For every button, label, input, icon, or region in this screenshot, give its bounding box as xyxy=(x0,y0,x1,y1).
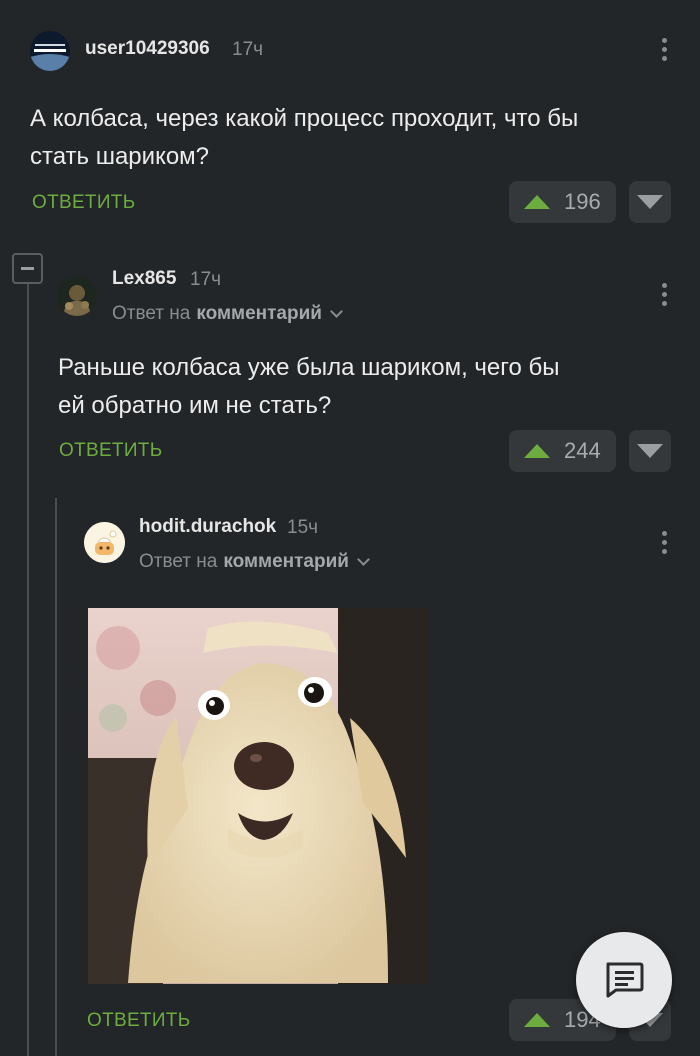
comment-text-line: А колбаса, через какой процесс проходит,… xyxy=(30,105,579,132)
chevron-down-icon xyxy=(330,304,343,318)
dog-photo-illustration xyxy=(88,608,429,984)
upvote-arrow-icon xyxy=(524,195,550,209)
comment-text-line: Раньше колбаса уже была шариком, чего бы xyxy=(58,354,560,381)
kebab-icon[interactable] xyxy=(661,38,667,61)
avatar[interactable] xyxy=(30,31,70,71)
reply-button[interactable]: ОТВЕТИТЬ xyxy=(87,1010,190,1032)
comment-icon xyxy=(606,962,644,998)
comment-text-line: стать шариком? xyxy=(30,143,210,170)
downvote-button[interactable] xyxy=(629,181,671,223)
comment-time: 15ч xyxy=(287,517,319,538)
reply-button[interactable]: ОТВЕТИТЬ xyxy=(59,440,162,462)
comment-time: 17ч xyxy=(190,269,222,290)
programming-book-avatar-icon xyxy=(30,31,70,71)
reply-to-target: комментарий xyxy=(196,303,322,324)
thread-line-level-2 xyxy=(55,498,57,1056)
kebab-icon[interactable] xyxy=(661,531,667,554)
character-avatar-icon xyxy=(57,276,97,316)
comment-author[interactable]: user10429306 xyxy=(85,38,210,60)
downvote-arrow-icon xyxy=(637,195,663,209)
upvote-arrow-icon xyxy=(524,1013,550,1027)
reply-button[interactable]: ОТВЕТИТЬ xyxy=(32,192,135,214)
reply-to-link[interactable]: Ответ на комментарий xyxy=(139,551,370,573)
upvote-button[interactable]: 244 xyxy=(509,430,616,472)
reply-to-prefix: Ответ на xyxy=(139,551,218,572)
avatar[interactable] xyxy=(84,522,125,563)
comment-author[interactable]: hodit.durachok xyxy=(139,516,276,538)
downvote-button[interactable] xyxy=(629,430,671,472)
vote-count: 196 xyxy=(564,189,601,214)
downvote-arrow-icon xyxy=(637,444,663,458)
avatar[interactable] xyxy=(57,276,97,316)
chevron-down-icon xyxy=(357,552,370,566)
reply-to-link[interactable]: Ответ на комментарий xyxy=(112,303,343,325)
collapse-thread-button[interactable] xyxy=(12,253,43,284)
comment-text: А колбаса, через какой процесс проходит,… xyxy=(30,100,680,176)
cartoon-face-avatar-icon xyxy=(84,522,125,563)
thread-line-level-1 xyxy=(27,284,29,1056)
comment-image[interactable] xyxy=(88,608,429,984)
reply-to-prefix: Ответ на xyxy=(112,303,191,324)
vote-count: 244 xyxy=(564,438,601,463)
write-comment-button[interactable] xyxy=(576,932,672,1028)
comment-text: Раньше колбаса уже была шариком, чего бы… xyxy=(58,349,678,425)
reply-to-target: комментарий xyxy=(223,551,349,572)
minus-icon xyxy=(21,267,34,270)
comment-text-line: ей обратно им не стать? xyxy=(58,392,332,419)
comment-author[interactable]: Lex865 xyxy=(112,268,176,290)
kebab-icon[interactable] xyxy=(661,283,667,306)
comment-time: 17ч xyxy=(232,39,264,60)
upvote-arrow-icon xyxy=(524,444,550,458)
upvote-button[interactable]: 196 xyxy=(509,181,616,223)
